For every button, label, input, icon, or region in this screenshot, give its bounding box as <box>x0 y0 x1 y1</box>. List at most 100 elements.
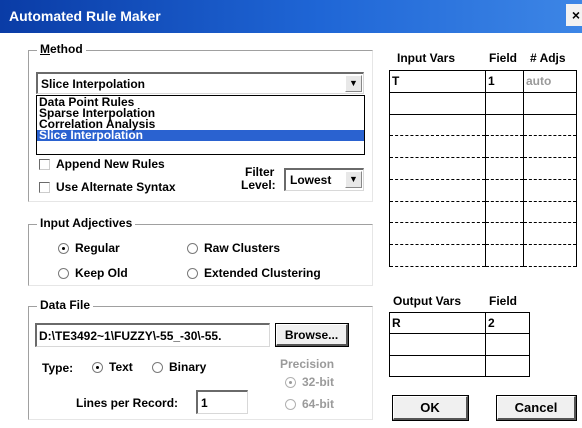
empty-cell[interactable] <box>485 333 530 356</box>
title-bar: Automated Rule Maker × <box>0 0 582 33</box>
filter-label-line1: Filter <box>245 165 275 179</box>
empty-cell[interactable] <box>523 244 577 267</box>
output-field-header: Field <box>489 294 518 308</box>
precision-64-radio[interactable]: 64-bit <box>285 397 334 411</box>
empty-cell[interactable] <box>485 178 524 202</box>
ok-button[interactable]: OK <box>393 396 468 420</box>
empty-cell[interactable] <box>523 91 577 115</box>
append-rules-checkbox[interactable]: Append New Rules <box>39 157 165 171</box>
table-row <box>389 157 577 180</box>
precision-label: Precision <box>280 357 335 371</box>
data-file-label: Data File <box>37 298 94 312</box>
text-type-label: Text <box>109 360 133 374</box>
table-row <box>389 200 577 224</box>
empty-cell[interactable] <box>523 222 577 246</box>
lines-per-record-input[interactable]: 1 <box>196 390 248 414</box>
empty-cell[interactable] <box>485 222 524 246</box>
empty-cell[interactable] <box>523 157 577 180</box>
cancel-button[interactable]: Cancel <box>497 396 576 420</box>
data-file-path: D:\TE3492~1\FUZZY\-55_-30\-55. <box>39 329 222 343</box>
text-type-radio-dot[interactable] <box>92 361 103 373</box>
binary-type-label: Binary <box>169 360 207 374</box>
extended-clustering-radio[interactable]: Extended Clustering <box>187 266 321 280</box>
input-field-header: Field <box>489 51 518 65</box>
table-row <box>389 178 577 202</box>
empty-cell[interactable] <box>389 244 486 267</box>
empty-cell[interactable] <box>389 135 486 159</box>
alternate-syntax-checkbox[interactable]: Use Alternate Syntax <box>39 180 176 194</box>
binary-type-radio[interactable]: Binary <box>152 360 206 374</box>
raw-clusters-radio[interactable]: Raw Clusters <box>187 241 280 255</box>
chevron-down-icon[interactable]: ▼ <box>345 75 362 92</box>
precision-32-radio[interactable]: 32-bit <box>285 375 334 389</box>
output-field-cell[interactable]: 2 <box>485 311 530 335</box>
table-row: T 1 auto <box>389 70 577 93</box>
empty-cell[interactable] <box>389 113 486 137</box>
empty-cell[interactable] <box>389 333 486 356</box>
table-row <box>389 244 577 267</box>
method-option-slice[interactable]: Slice Interpolation <box>37 129 364 141</box>
empty-cell[interactable] <box>485 354 530 378</box>
precision-64-label: 64-bit <box>302 397 335 411</box>
input-adjs-header: # Adjs <box>530 51 566 65</box>
append-rules-label: Append New Rules <box>56 157 165 171</box>
lines-per-record-label: Lines per Record: <box>76 396 179 410</box>
keep-old-radio[interactable]: Keep Old <box>58 266 128 280</box>
empty-cell[interactable] <box>523 178 577 202</box>
table-row <box>389 333 530 356</box>
table-row <box>389 113 577 137</box>
precision-64-radio-dot[interactable] <box>285 398 296 410</box>
alternate-syntax-label: Use Alternate Syntax <box>56 180 176 194</box>
empty-cell[interactable] <box>389 222 486 246</box>
empty-cell[interactable] <box>389 157 486 180</box>
empty-cell[interactable] <box>523 135 577 159</box>
data-file-path-input[interactable]: D:\TE3492~1\FUZZY\-55_-30\-55. <box>35 323 270 347</box>
filter-label-line2: Level: <box>241 178 276 192</box>
append-rules-box[interactable] <box>39 158 50 170</box>
table-row <box>389 91 577 115</box>
lines-per-record-value: 1 <box>201 396 208 410</box>
output-vars-header: Output Vars <box>393 294 462 308</box>
input-var-cell[interactable]: T <box>389 70 486 93</box>
keep-old-radio-dot[interactable] <box>58 267 69 279</box>
raw-clusters-radio-dot[interactable] <box>187 242 198 254</box>
empty-cell[interactable] <box>485 157 524 180</box>
binary-type-radio-dot[interactable] <box>152 361 163 373</box>
table-row: R 2 <box>389 311 530 335</box>
empty-cell[interactable] <box>485 113 524 137</box>
table-row <box>389 135 577 159</box>
regular-radio[interactable]: Regular <box>58 241 120 255</box>
method-group-label: Method <box>37 42 86 56</box>
alternate-syntax-box[interactable] <box>39 181 50 193</box>
extended-clustering-radio-dot[interactable] <box>187 267 198 279</box>
browse-button[interactable]: Browse... <box>276 324 348 346</box>
empty-cell[interactable] <box>389 200 486 224</box>
output-vars-table: R 2 <box>389 311 530 378</box>
close-icon[interactable]: × <box>566 4 582 26</box>
method-selected-value: Slice Interpolation <box>41 77 146 91</box>
method-dropdown[interactable]: Slice Interpolation ▼ <box>36 72 364 94</box>
input-field-cell[interactable]: 1 <box>485 70 524 93</box>
chevron-down-icon[interactable]: ▼ <box>345 171 362 188</box>
empty-cell[interactable] <box>485 135 524 159</box>
empty-cell[interactable] <box>485 91 524 115</box>
output-var-cell[interactable]: R <box>389 311 486 335</box>
precision-32-radio-dot[interactable] <box>285 376 296 388</box>
window-title: Automated Rule Maker <box>9 8 161 24</box>
extended-clustering-label: Extended Clustering <box>204 266 321 280</box>
regular-radio-dot[interactable] <box>58 242 69 254</box>
table-row <box>389 354 530 378</box>
empty-cell[interactable] <box>523 113 577 137</box>
empty-cell[interactable] <box>485 244 524 267</box>
table-row <box>389 222 577 246</box>
empty-cell[interactable] <box>523 200 577 224</box>
precision-32-label: 32-bit <box>302 375 335 389</box>
empty-cell[interactable] <box>389 178 486 202</box>
method-options-list: Data Point Rules Sparse Interpolation Co… <box>36 95 365 155</box>
empty-cell[interactable] <box>485 200 524 224</box>
text-type-radio[interactable]: Text <box>92 360 133 374</box>
input-adjs-cell[interactable]: auto <box>523 70 577 93</box>
empty-cell[interactable] <box>389 91 486 115</box>
empty-cell[interactable] <box>389 354 486 378</box>
filter-level-dropdown[interactable]: Lowest ▼ <box>284 168 364 191</box>
